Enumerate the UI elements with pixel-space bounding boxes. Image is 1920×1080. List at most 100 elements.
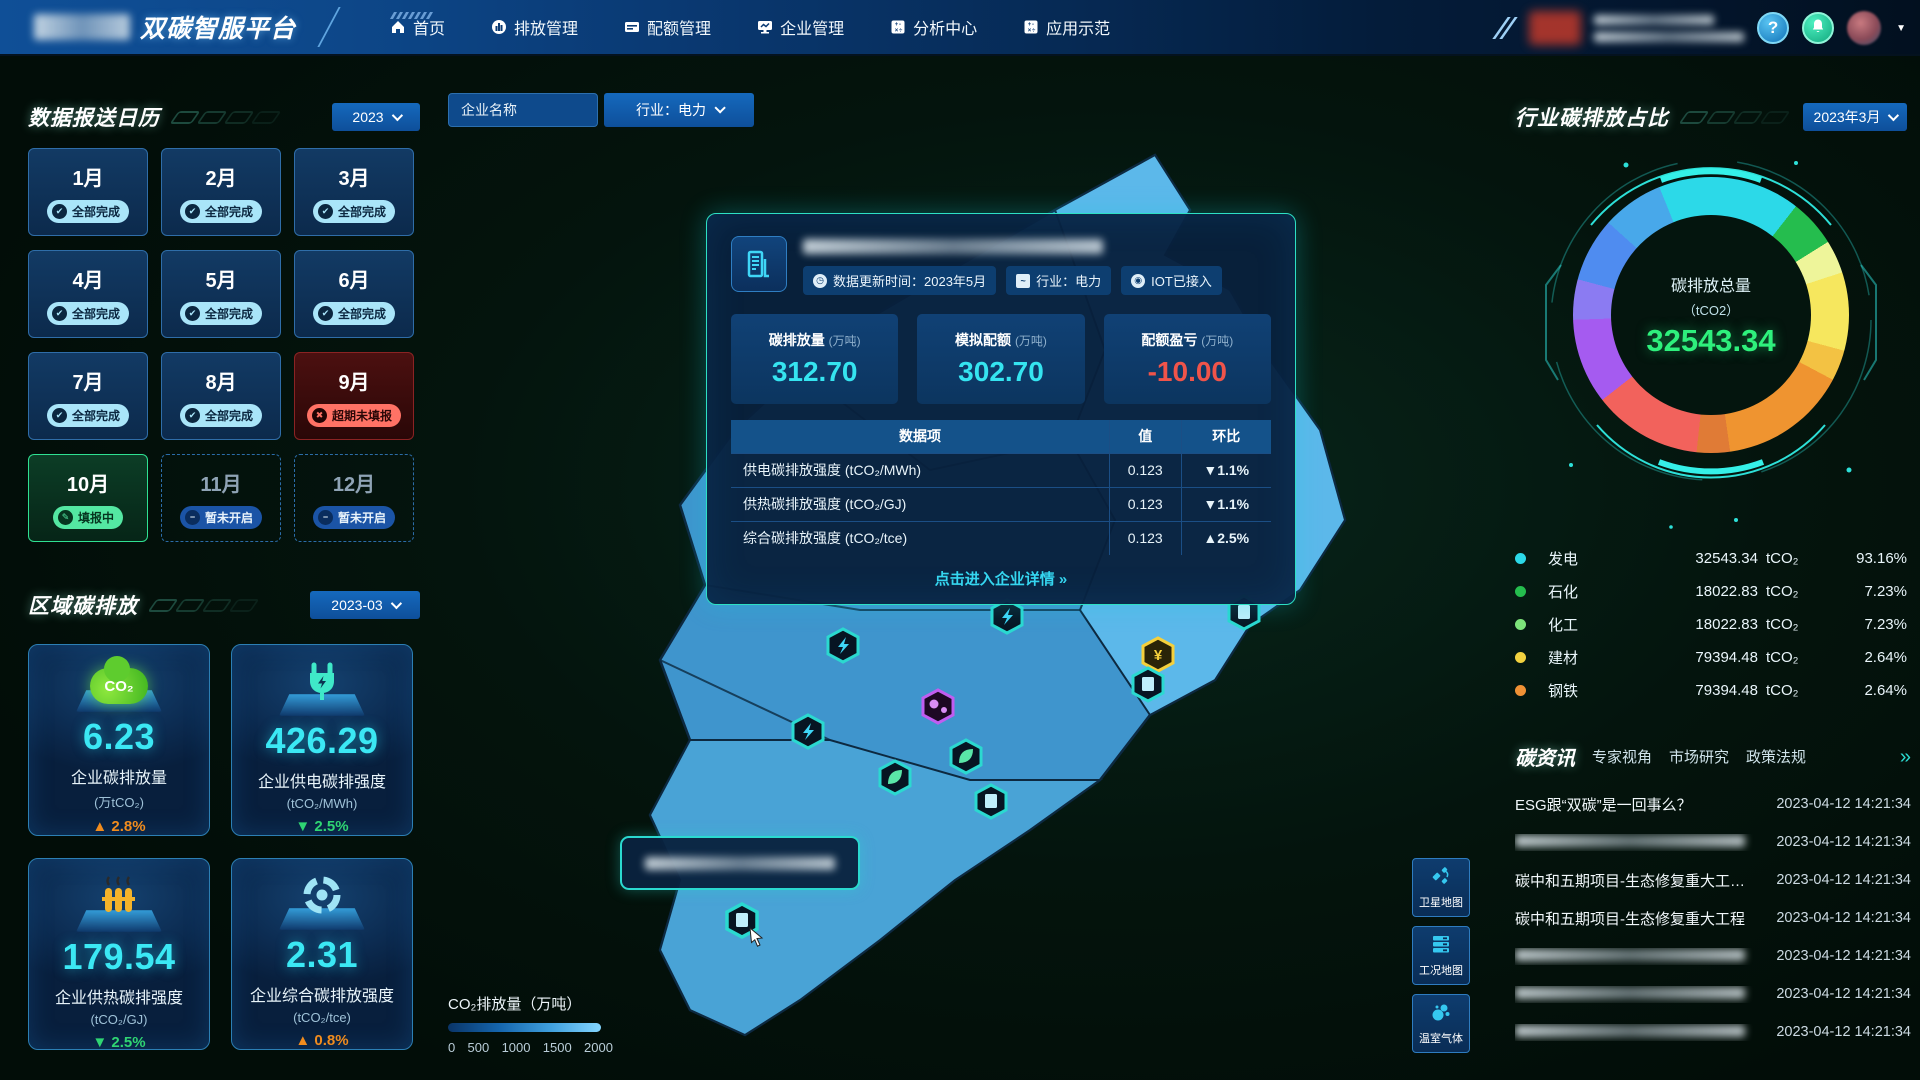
menu-item-emission[interactable]: 排放管理 — [491, 15, 578, 39]
industry-share-panel: 行业碳排放占比 2023年3月 碳排放总量 （tC — [1515, 102, 1907, 707]
title-decoration — [1683, 111, 1786, 124]
menu-item-demo[interactable]: +-×÷ 应用示范 — [1023, 15, 1110, 39]
popup-stat-quota: 模拟配额 (万吨) 302.70 — [917, 314, 1084, 404]
donut-chart-zone: 碳排放总量 （tCO2） 32543.34 — [1515, 132, 1907, 552]
month-card-apr[interactable]: 4月✔全部完成 — [28, 250, 148, 338]
legend-row-steel: 钢铁79394.48tCO₂2.64% — [1515, 674, 1907, 707]
news-item-redacted[interactable]: 2023-04-12 14:21:34 — [1515, 823, 1911, 861]
news-item[interactable]: 碳中和五期项目-生态修复重大工程...2023-04-12 14:21:34 — [1515, 861, 1911, 899]
condition-map-button[interactable]: 工况地图 — [1412, 926, 1470, 985]
map-marker-yen[interactable]: ¥ — [1143, 638, 1173, 671]
map-tooltip — [620, 836, 860, 890]
minus-icon: − — [318, 510, 333, 525]
stat-card-composite-intensity: 2.31 企业综合碳排放强度 (tCO₂/tce) ▲ 0.8% — [231, 858, 413, 1050]
stat-card-heat-intensity: 179.54 企业供热碳排强度 (tCO₂/GJ) ▼ 2.5% — [28, 858, 210, 1050]
map-marker-doc[interactable] — [1133, 668, 1163, 701]
molecule-icon — [1430, 1001, 1452, 1026]
question-icon: ? — [1768, 18, 1778, 38]
company-detail-link[interactable]: 点击进入企业详情 » — [731, 568, 1271, 589]
map-marker-molecule[interactable] — [923, 690, 953, 723]
tab-market-research[interactable]: 市场研究 — [1669, 746, 1729, 767]
check-icon: ✔ — [185, 408, 200, 423]
more-arrow-icon[interactable]: » — [1900, 747, 1911, 767]
table-row: 供电碳排放强度 (tCO₂/MWh)0.123▼1.1% — [731, 453, 1271, 487]
table-row: 综合碳排放强度 (tCO₂/tce)0.123▲2.5% — [731, 521, 1271, 555]
map-co2-legend: CO₂排放量（万吨） 0 500 1000 1500 2000 — [448, 993, 648, 1055]
industry-icon: ~ — [1016, 274, 1030, 288]
month-card-feb[interactable]: 2月✔全部完成 — [161, 148, 281, 236]
map-marker-bolt[interactable] — [828, 629, 858, 662]
month-card-jan[interactable]: 1月✔全部完成 — [28, 148, 148, 236]
delta-down: ▼ 2.5% — [295, 818, 348, 835]
news-item-redacted[interactable]: 2023-04-12 14:21:34 — [1515, 1013, 1911, 1051]
legend-row-material: 建材79394.48tCO₂2.64% — [1515, 641, 1907, 674]
industry-title: 行业碳排放占比 — [1515, 102, 1669, 132]
industry-period-select[interactable]: 2023年3月 — [1803, 103, 1907, 131]
news-item-redacted[interactable]: 2023-04-12 14:21:34 — [1515, 975, 1911, 1013]
nav-ticks-decoration — [392, 12, 431, 19]
map-marker-doc[interactable] — [976, 785, 1006, 818]
month-card-jul[interactable]: 7月✔全部完成 — [28, 352, 148, 440]
menu-item-quota[interactable]: 配额管理 — [624, 15, 711, 39]
bell-icon — [1810, 18, 1826, 39]
user-avatar[interactable] — [1847, 11, 1881, 45]
cross-icon: ✖ — [312, 408, 327, 423]
stat-card-emission: CO₂ 6.23 企业碳排放量 (万tCO₂) ▲ 2.8% — [28, 644, 210, 836]
news-item[interactable]: ESG跟“双碳”是一回事么？2023-04-12 14:21:34 — [1515, 785, 1911, 823]
month-card-mar[interactable]: 3月✔全部完成 — [294, 148, 414, 236]
stat-card-power-intensity: 426.29 企业供电碳排强度 (tCO₂/MWh) ▼ 2.5% — [231, 644, 413, 836]
analysis-icon: +-×÷ — [890, 19, 906, 35]
news-item-redacted[interactable]: 2023-04-12 14:21:34 — [1515, 937, 1911, 975]
map-marker-leaf[interactable] — [951, 740, 981, 773]
greenhouse-gas-button[interactable]: 温室气体 — [1412, 994, 1470, 1053]
popup-data-table: 数据项 值 环比 供电碳排放强度 (tCO₂/MWh)0.123▼1.1% 供热… — [731, 420, 1271, 555]
update-time-chip: ◷数据更新时间：2023年5月 — [803, 266, 996, 295]
calendar-year-select[interactable]: 2023 — [332, 103, 420, 131]
delta-down: ▼ 2.5% — [92, 1034, 145, 1051]
month-card-nov[interactable]: 11月−暂未开启 — [161, 454, 281, 542]
edit-icon: ✎ — [58, 510, 73, 525]
map-marker-leaf[interactable] — [880, 761, 910, 794]
slash-decoration — [1500, 17, 1510, 39]
month-card-oct[interactable]: 10月✎填报中 — [28, 454, 148, 542]
news-item[interactable]: 碳中和五期项目-生态修复重大工程2023-04-12 14:21:34 — [1515, 899, 1911, 937]
month-card-aug[interactable]: 8月✔全部完成 — [161, 352, 281, 440]
check-icon: ✔ — [185, 204, 200, 219]
report-calendar-panel: 数据报送日历 2023 1月✔全部完成 2月✔全部完成 3月✔全部完成 4月✔全… — [28, 102, 420, 542]
logo-divider — [317, 7, 340, 47]
menu-item-enterprise[interactable]: 企业管理 — [757, 15, 844, 39]
regional-stat-grid: CO₂ 6.23 企业碳排放量 (万tCO₂) ▲ 2.8% 426.29 企业… — [28, 644, 420, 1050]
company-search-input[interactable] — [448, 93, 598, 127]
tab-expert-view[interactable]: 专家视角 — [1592, 746, 1652, 767]
month-card-may[interactable]: 5月✔全部完成 — [161, 250, 281, 338]
calendar-title: 数据报送日历 — [28, 102, 160, 132]
check-icon: ✔ — [318, 306, 333, 321]
check-icon: ✔ — [318, 204, 333, 219]
quota-icon — [624, 19, 640, 35]
menu-item-analysis[interactable]: +-×÷ 分析中心 — [890, 15, 977, 39]
check-icon: ✔ — [52, 306, 67, 321]
news-list: ESG跟“双碳”是一回事么？2023-04-12 14:21:34 2023-0… — [1515, 785, 1911, 1051]
chevron-down-icon — [390, 598, 401, 609]
logo-title: 双碳智服平台 — [140, 9, 296, 45]
tab-policy[interactable]: 政策法规 — [1746, 746, 1806, 767]
iot-chip: ◉IOT已接入 — [1121, 266, 1222, 295]
user-org-badge-redacted — [1529, 11, 1581, 45]
map-marker-bolt[interactable] — [793, 715, 823, 748]
month-card-sep[interactable]: 9月✖超期未填报 — [294, 352, 414, 440]
top-nav: 双碳智服平台 首页 排放管理 配额管理 企业管理 +-×÷ 分 — [0, 0, 1920, 56]
industry-filter-select[interactable]: 行业：电力 — [604, 93, 754, 127]
user-info-redacted — [1594, 15, 1744, 42]
carbon-news-panel: 碳资讯 专家视角 市场研究 政策法规 » ESG跟“双碳”是一回事么？2023-… — [1515, 742, 1911, 1051]
industry-legend: 发电32543.34tCO₂93.16% 石化18022.83tCO₂7.23%… — [1515, 542, 1907, 707]
satellite-map-button[interactable]: 卫星地图 — [1412, 858, 1470, 917]
notification-button[interactable] — [1802, 12, 1834, 44]
month-card-jun[interactable]: 6月✔全部完成 — [294, 250, 414, 338]
regional-period-select[interactable]: 2023-03 — [310, 591, 420, 619]
main-menu: 首页 排放管理 配额管理 企业管理 +-×÷ 分析中心 +-×÷ 应用示范 — [390, 15, 1110, 39]
help-button[interactable]: ? — [1757, 12, 1789, 44]
server-icon — [1430, 933, 1452, 958]
month-card-dec[interactable]: 12月−暂未开启 — [294, 454, 414, 542]
user-menu-caret-icon[interactable]: ▼ — [1896, 23, 1906, 34]
delta-up: ▲ 2.8% — [92, 818, 145, 835]
